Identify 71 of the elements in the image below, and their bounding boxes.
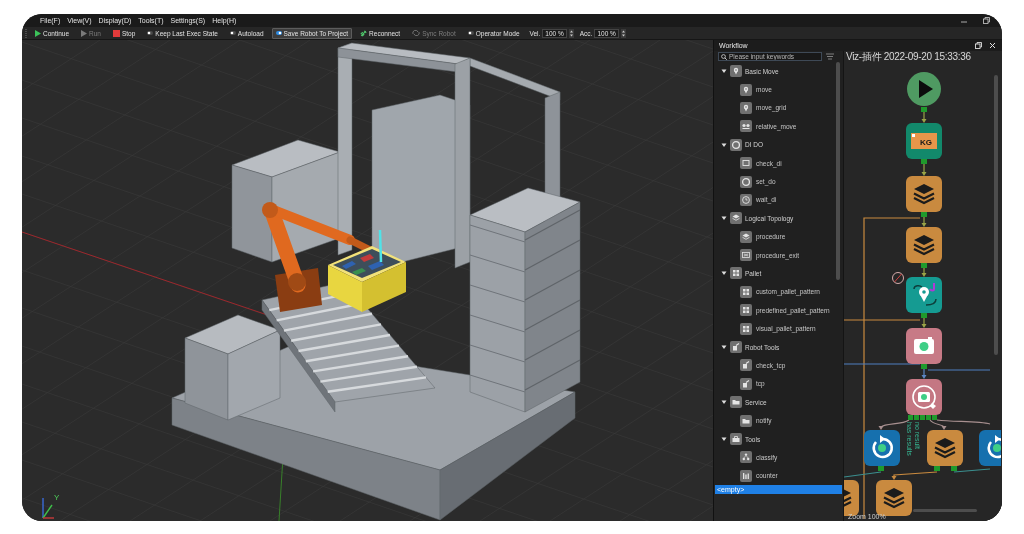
crossed-box-tile-icon [740, 249, 752, 262]
connector-line [921, 111, 927, 123]
tool-tile-icon [740, 377, 752, 390]
caret-down-icon[interactable] [721, 344, 727, 351]
connector-port [921, 263, 927, 268]
folder-tile-icon [730, 396, 742, 409]
screen-tile-icon [740, 157, 752, 170]
connector-line [953, 468, 991, 473]
tool-tile-icon [740, 359, 752, 372]
project-title: Viz-插件 2022-09-20 15:33:36 [845, 51, 972, 63]
layers-node-icon[interactable] [906, 227, 942, 263]
pins-tile-icon [740, 120, 752, 133]
restore-icon[interactable] [974, 41, 982, 50]
pin-tile-icon [730, 65, 742, 78]
caret-down-icon[interactable] [721, 270, 727, 277]
close-icon[interactable] [988, 41, 996, 50]
caret-down-icon[interactable] [721, 436, 727, 442]
pin-path-node-icon[interactable] [906, 277, 942, 313]
nodes-tile-icon [740, 451, 752, 464]
axis-label: Y [54, 493, 60, 502]
connector-port [951, 466, 957, 471]
scrollbar-thumb[interactable] [994, 75, 998, 355]
layers-tile-icon [730, 212, 742, 225]
layers-node-icon[interactable] [876, 480, 912, 516]
grid-tile-icon [740, 285, 752, 298]
camera-node-icon[interactable] [906, 328, 942, 364]
play-icon [81, 29, 88, 37]
pin-tile-icon [740, 83, 752, 96]
spin-arrows-icon[interactable] [568, 28, 574, 38]
caret-down-icon[interactable] [721, 141, 727, 148]
connector-port [921, 159, 927, 164]
grid-tile-icon [740, 304, 752, 317]
ring-tile-icon [730, 138, 742, 151]
play-node-icon[interactable] [907, 72, 941, 106]
filter-list-icon[interactable] [826, 53, 834, 60]
camera-ring-node-icon[interactable] [906, 379, 942, 415]
layers-tile-icon [740, 230, 752, 243]
slashed-circle-icon[interactable] [892, 272, 904, 284]
spin-arrows-icon[interactable] [620, 28, 626, 38]
bars-tile-icon [740, 469, 752, 482]
stop-icon [112, 29, 120, 37]
connector-port [921, 364, 927, 369]
kg-node[interactable]: KG [906, 123, 942, 159]
caret-down-icon[interactable] [721, 68, 727, 75]
connector-port [921, 313, 927, 318]
connector-line [921, 163, 927, 176]
grid-tile-icon [730, 267, 742, 280]
connector-port [934, 466, 940, 471]
connector-port [921, 212, 927, 217]
pin-tile-icon [740, 101, 752, 114]
layers-node-icon[interactable] [906, 176, 942, 212]
clock-tile-icon [740, 193, 752, 206]
toolbox-tile-icon [730, 433, 742, 445]
caret-down-icon[interactable] [721, 399, 727, 406]
grid-tile-icon [740, 322, 752, 335]
link-icon [360, 29, 368, 37]
scrollbar-thumb[interactable] [836, 62, 840, 280]
connector-port [921, 107, 927, 112]
tool-tile-icon [730, 341, 742, 354]
connector-port [878, 466, 884, 471]
sync-icon [412, 30, 421, 36]
folder-tile-icon [740, 414, 752, 427]
ring-tile-icon [740, 175, 752, 188]
play-icon [35, 29, 41, 37]
scrollbar-thumb[interactable] [913, 509, 977, 512]
rotate-node-icon[interactable] [864, 430, 900, 466]
axis-gizmo-icon [40, 495, 54, 519]
layers-node-icon[interactable] [927, 430, 963, 466]
caret-down-icon[interactable] [721, 215, 727, 222]
restore-icon[interactable] [982, 16, 990, 25]
search-icon [721, 53, 727, 60]
